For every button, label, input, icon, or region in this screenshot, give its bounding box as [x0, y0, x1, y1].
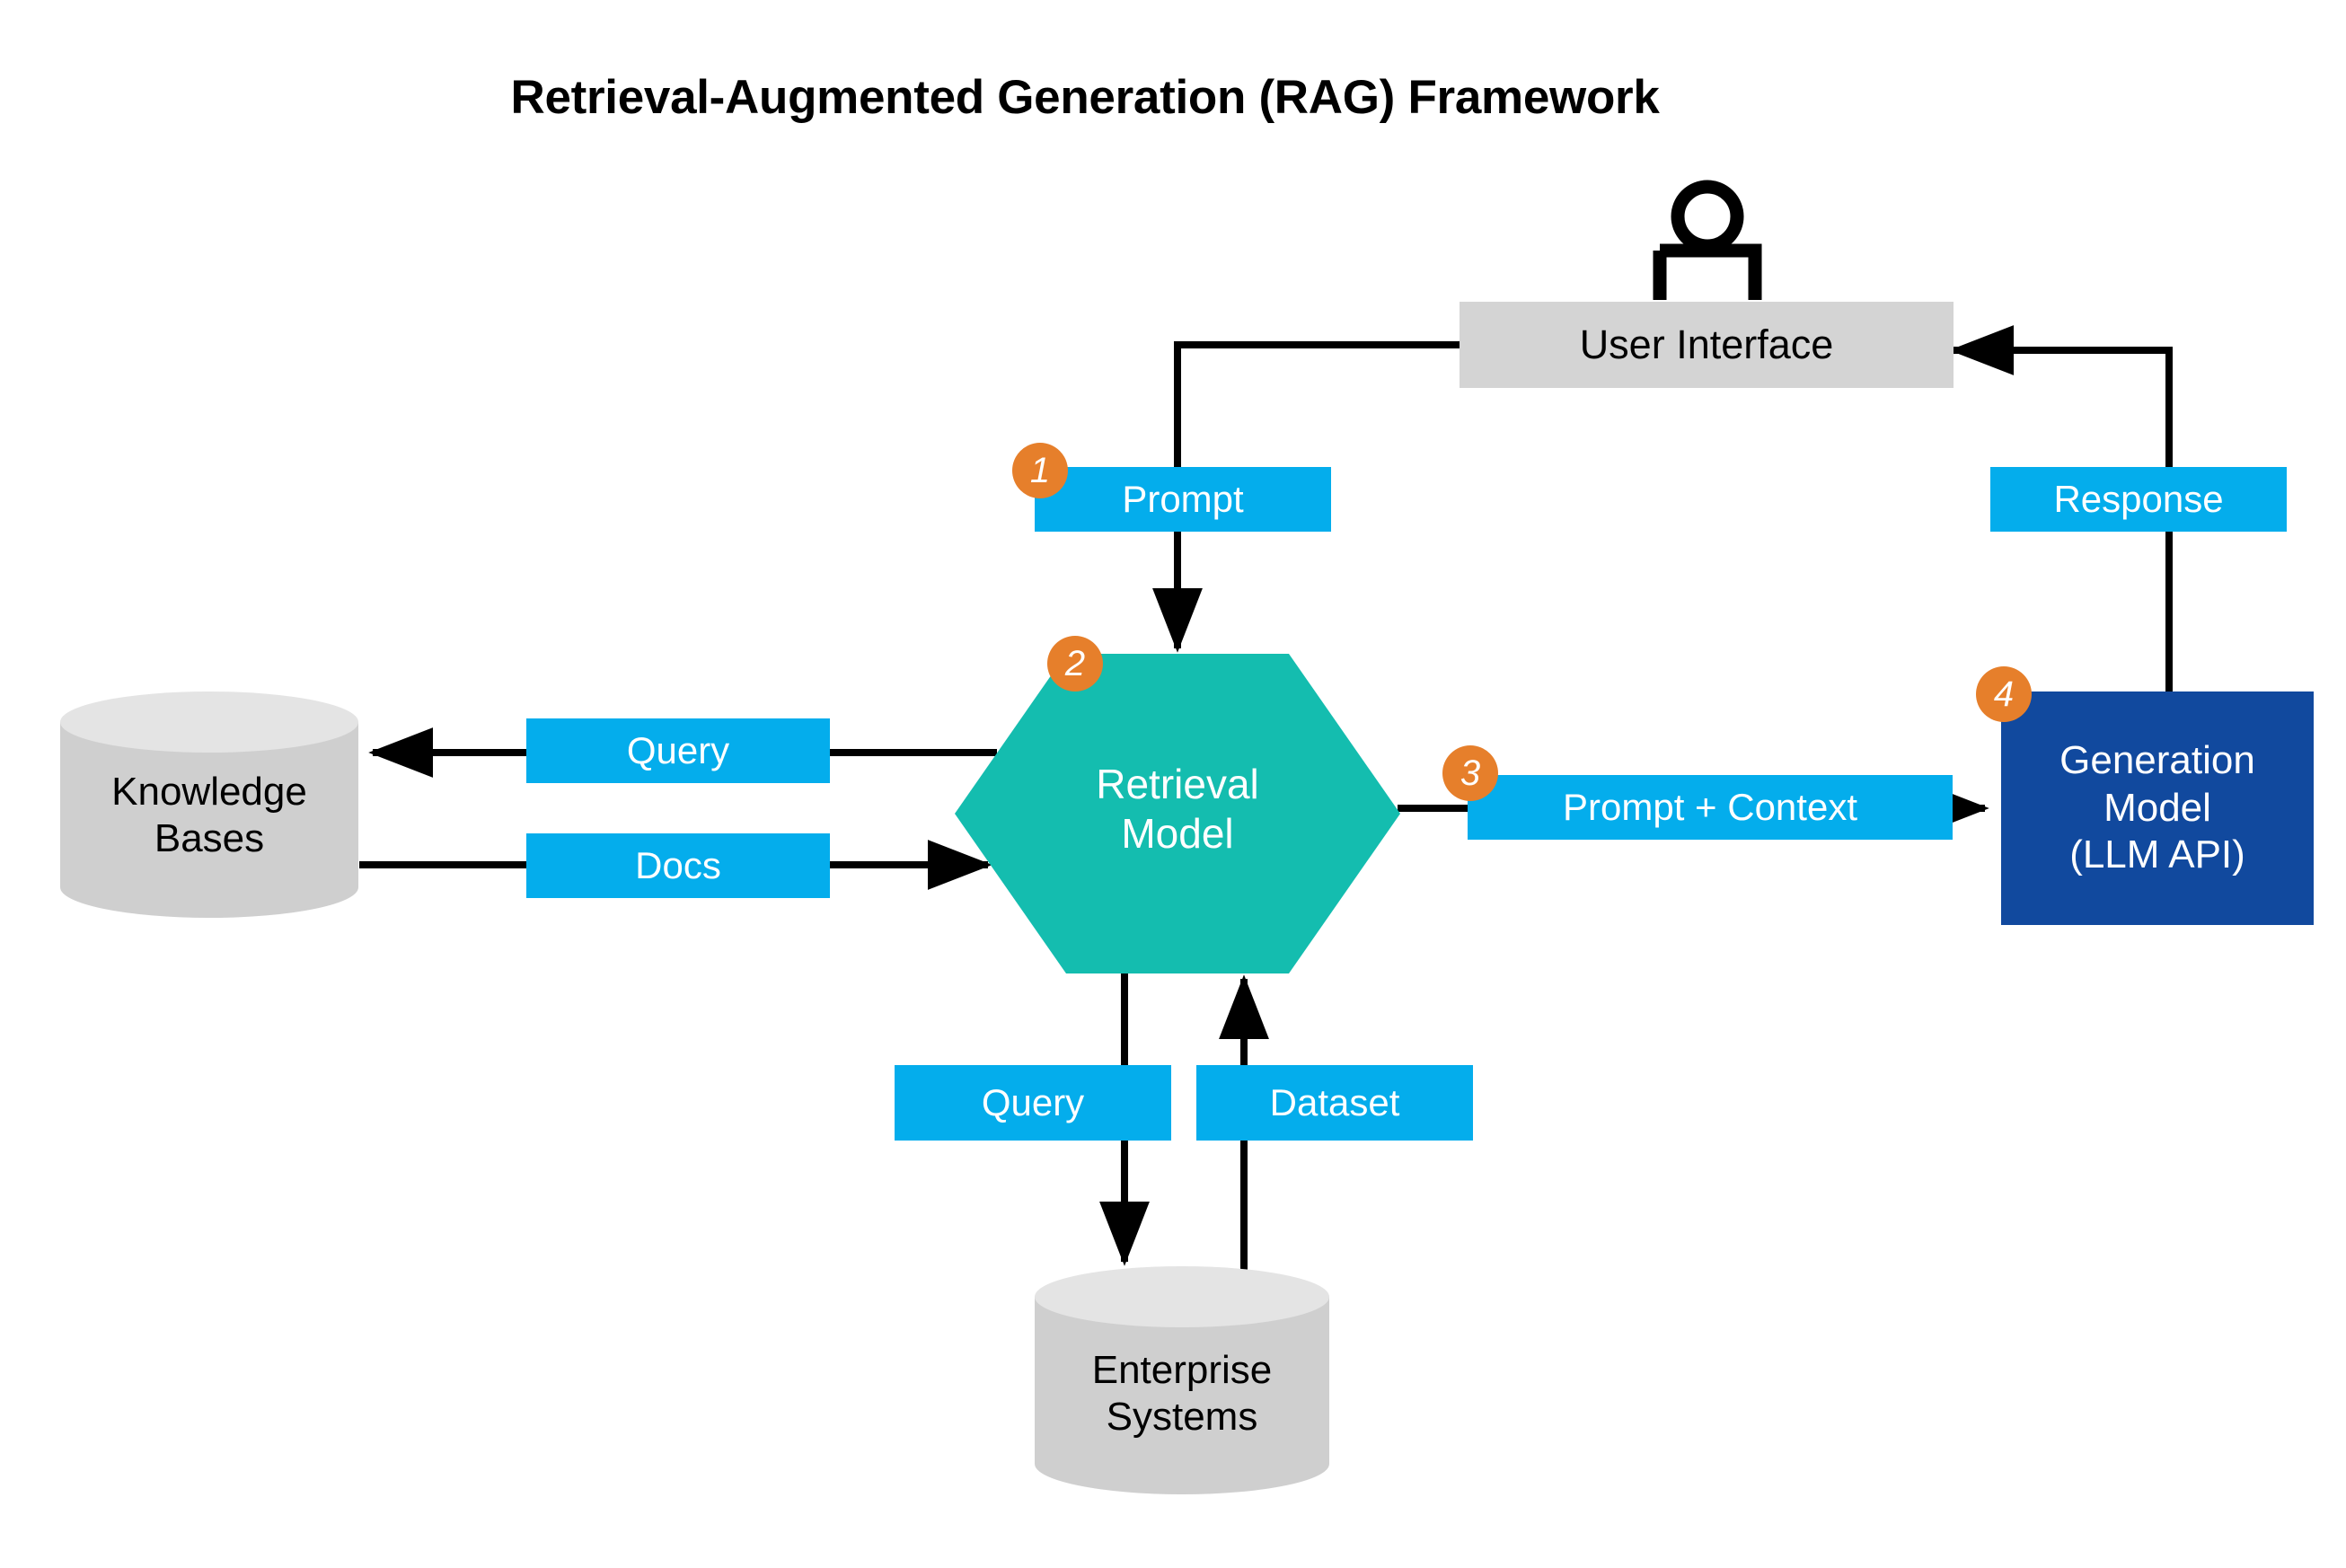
node-enterprise-systems[interactable]: Enterprise Systems	[1031, 1264, 1333, 1496]
flow-label-query-knowledgebases-text: Query	[626, 729, 730, 771]
step-badge-1: 1	[1012, 443, 1068, 498]
step-badge-2-text: 2	[1064, 643, 1086, 683]
flow-label-query-enterprise[interactable]: Query	[895, 1065, 1171, 1141]
rag-framework-diagram: Retrieval-Augmented Generation (RAG) Fra…	[0, 0, 2346, 1568]
step-badge-1-text: 1	[1029, 450, 1051, 490]
node-user-interface[interactable]: User Interface	[1460, 302, 1954, 388]
user-interface-label: User Interface	[1579, 322, 1834, 367]
enterprise-systems-label: Enterprise Systems	[1031, 1347, 1333, 1440]
flow-label-dataset[interactable]: Dataset	[1196, 1065, 1473, 1141]
flow-label-response[interactable]: Response	[1990, 467, 2287, 532]
enterprise-systems-line2: Systems	[1106, 1394, 1258, 1439]
step-badge-2: 2	[1047, 636, 1103, 692]
step-badge-3-text: 3	[1460, 753, 1481, 793]
knowledge-bases-line1: Knowledge	[111, 770, 307, 814]
flow-label-docs[interactable]: Docs	[526, 833, 830, 898]
flow-label-prompt-context[interactable]: Prompt + Context	[1468, 775, 1953, 840]
enterprise-systems-line1: Enterprise	[1091, 1348, 1273, 1392]
node-retrieval-model[interactable]: Retrieval Model	[955, 654, 1400, 973]
flow-label-query-enterprise-text: Query	[981, 1081, 1085, 1123]
flow-label-prompt-context-text: Prompt + Context	[1563, 786, 1857, 828]
node-generation-model[interactable]: Generation Model (LLM API)	[2001, 692, 2314, 925]
flow-label-dataset-text: Dataset	[1269, 1081, 1400, 1123]
step-badge-3: 3	[1442, 745, 1498, 801]
generation-model-line2: Model	[2103, 785, 2211, 830]
knowledge-bases-line2: Bases	[154, 815, 265, 860]
node-knowledge-bases[interactable]: Knowledge Bases	[57, 690, 362, 920]
step-badge-4-text: 4	[1993, 674, 2015, 714]
flow-label-response-text: Response	[2053, 478, 2224, 520]
flow-label-prompt[interactable]: Prompt	[1035, 467, 1331, 532]
generation-model-line3: (LLM API)	[2069, 832, 2245, 877]
retrieval-model-line1: Retrieval	[1096, 761, 1259, 807]
flow-label-prompt-text: Prompt	[1122, 478, 1244, 520]
user-actor-icon	[1649, 176, 1766, 304]
generation-model-line1: Generation	[2059, 737, 2255, 782]
flow-label-docs-text: Docs	[635, 844, 721, 886]
step-badge-4: 4	[1976, 666, 2032, 722]
flow-label-query-knowledgebases[interactable]: Query	[526, 718, 830, 783]
knowledge-bases-label: Knowledge Bases	[57, 769, 362, 862]
retrieval-model-line2: Model	[1121, 810, 1234, 858]
retrieval-model-label: Retrieval Model	[955, 760, 1400, 859]
